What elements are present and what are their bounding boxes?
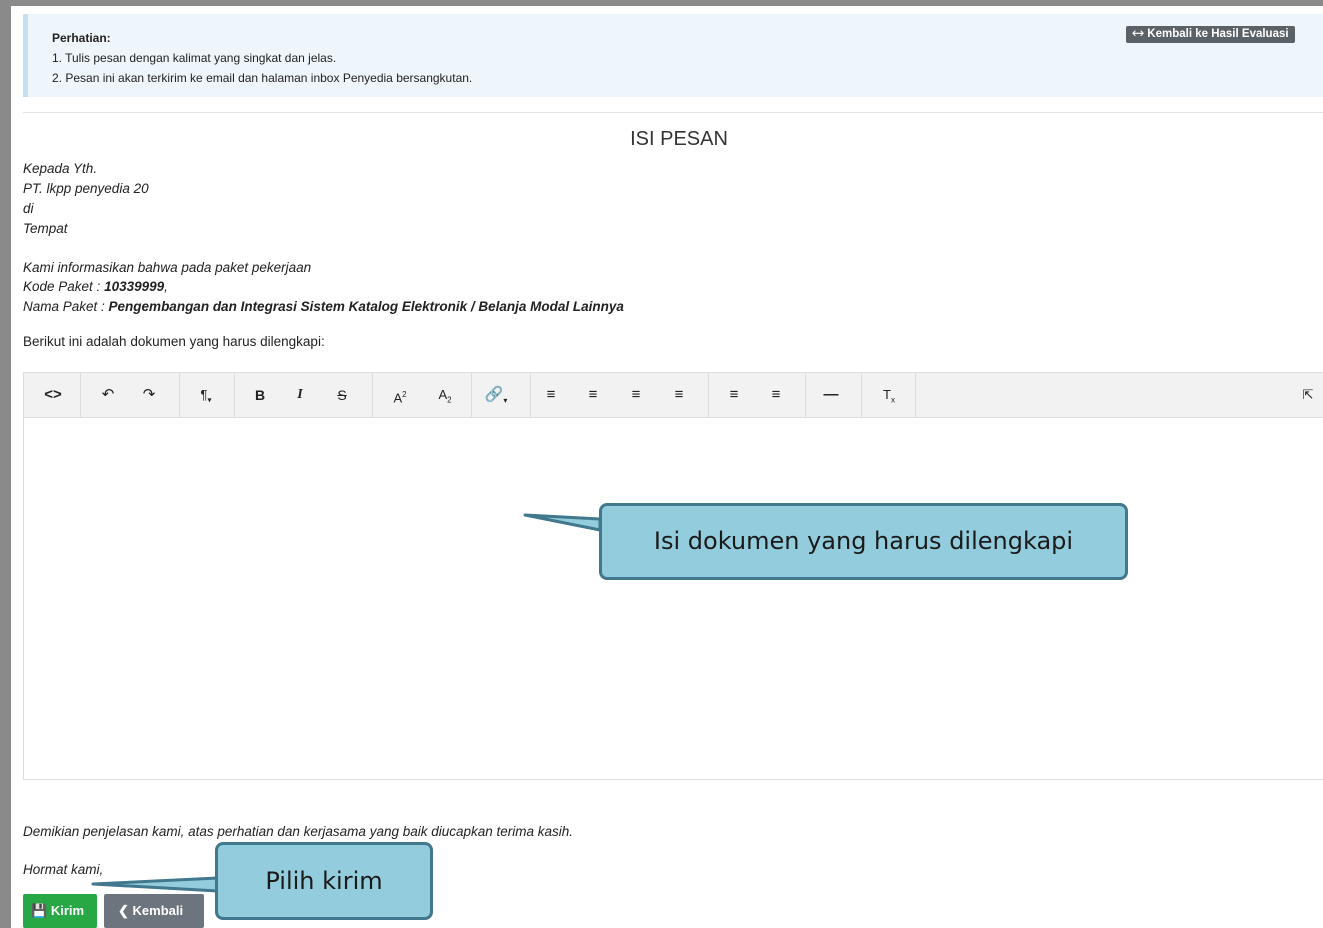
send-callout: Pilih kirim bbox=[215, 842, 433, 920]
window-frame-left bbox=[0, 0, 11, 928]
editor-content-area[interactable] bbox=[24, 418, 1323, 779]
notice-line-1: 1. Tulis pesan dengan kalimat yang singk… bbox=[52, 51, 337, 65]
undo-icon[interactable]: ↶ bbox=[94, 384, 122, 406]
insert-link-icon[interactable]: 🔗▾ bbox=[482, 384, 510, 406]
divider bbox=[23, 112, 1323, 113]
letter-place: Tempat bbox=[23, 221, 68, 236]
save-icon: 💾 bbox=[31, 903, 48, 918]
align-justify-icon[interactable]: ≡ bbox=[665, 384, 693, 406]
kode-suffix: , bbox=[164, 279, 168, 294]
strikethrough-icon[interactable]: S bbox=[328, 384, 356, 406]
italic-icon[interactable]: I bbox=[286, 384, 314, 406]
letter-nama-line: Nama Paket : Pengembangan dan Integrasi … bbox=[23, 299, 624, 314]
send-button[interactable]: 💾 Kirim bbox=[23, 894, 97, 928]
clear-formatting-icon[interactable]: Tx bbox=[875, 384, 903, 406]
ordered-list-icon[interactable]: ≡ bbox=[762, 384, 790, 406]
bold-icon[interactable]: B bbox=[246, 384, 274, 406]
redo-icon[interactable]: ↷ bbox=[135, 384, 163, 406]
letter-di: di bbox=[23, 201, 34, 216]
letter-to: Kepada Yth. bbox=[23, 161, 98, 176]
docs-intro: Berikut ini adalah dokumen yang harus di… bbox=[23, 334, 325, 349]
back-circle-icon: ❮ bbox=[118, 903, 129, 918]
nama-label: Nama Paket : bbox=[23, 299, 109, 314]
superscript-icon[interactable]: A2 bbox=[386, 384, 414, 406]
unordered-list-icon[interactable]: ≡ bbox=[720, 384, 748, 406]
align-left-icon[interactable]: ≡ bbox=[537, 384, 565, 406]
back-to-evaluation-label: Kembali ke Hasil Evaluasi bbox=[1147, 28, 1289, 40]
arrow-left-icon: 🡘 bbox=[1132, 28, 1145, 40]
letter-closing: Demikian penjelasan kami, atas perhatian… bbox=[23, 824, 574, 839]
back-button-label: Kembali bbox=[132, 903, 184, 918]
letter-intro: Kami informasikan bahwa pada paket peker… bbox=[23, 260, 312, 275]
fullscreen-icon[interactable]: ⇱ bbox=[1294, 384, 1322, 406]
editor-toolbar: <> ↶ ↷ ¶▾ B I S A2 A2 🔗▾ ≡ ≡ ≡ ≡ ≡ ≡ — T… bbox=[24, 373, 1323, 418]
letter-company: PT. lkpp penyedia 20 bbox=[23, 181, 149, 196]
subscript-icon[interactable]: A2 bbox=[431, 384, 459, 406]
notice-line-2: 2. Pesan ini akan terkirim ke email dan … bbox=[52, 71, 473, 85]
back-button[interactable]: ❮ Kembali bbox=[104, 894, 204, 928]
send-button-label: Kirim bbox=[50, 903, 85, 918]
letter-kode-line: Kode Paket : 10339999, bbox=[23, 279, 168, 294]
code-view-icon[interactable]: <> bbox=[39, 384, 67, 406]
align-center-icon[interactable]: ≡ bbox=[579, 384, 607, 406]
page-title: ISI PESAN bbox=[630, 128, 728, 150]
page-content: Perhatian: 1. Tulis pesan dengan kalimat… bbox=[11, 6, 1323, 928]
letter-regards: Hormat kami, bbox=[23, 862, 104, 877]
paragraph-format-icon[interactable]: ¶▾ bbox=[192, 384, 220, 406]
align-right-icon[interactable]: ≡ bbox=[622, 384, 650, 406]
horizontal-line-icon[interactable]: — bbox=[817, 384, 845, 406]
nama-value: Pengembangan dan Integrasi Sistem Katalo… bbox=[108, 299, 624, 314]
editor-callout: Isi dokumen yang harus dilengkapi bbox=[599, 503, 1128, 580]
kode-value: 10339999 bbox=[104, 279, 165, 294]
back-to-evaluation-button[interactable]: 🡘 Kembali ke Hasil Evaluasi bbox=[1126, 26, 1295, 43]
kode-label: Kode Paket : bbox=[23, 279, 105, 294]
